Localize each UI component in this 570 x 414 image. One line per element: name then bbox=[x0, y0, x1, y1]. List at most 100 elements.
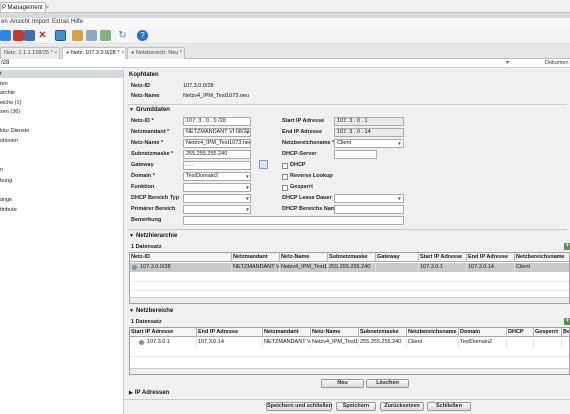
sidebar-item[interactable]: ttribute bbox=[0, 207, 17, 213]
chevron-down-icon[interactable]: ▼ bbox=[244, 206, 251, 213]
horizontal-scrollbar[interactable] bbox=[130, 368, 569, 374]
funktion-select[interactable] bbox=[183, 183, 251, 192]
column-header[interactable]: Netzmandant bbox=[263, 328, 311, 337]
menu-item-extras[interactable]: Extras bbox=[52, 19, 69, 25]
sidebar-item[interactable]: ten bbox=[0, 81, 8, 87]
menu-item-hilfe[interactable]: Hilfe bbox=[71, 19, 83, 25]
start-ip-input[interactable]: 107. 3 . 0 . 1 bbox=[334, 117, 404, 126]
column-header[interactable]: Start IP Adresse bbox=[130, 328, 197, 337]
network-icon[interactable] bbox=[100, 30, 111, 41]
netzmandant-select[interactable]: NETZMANDANT VI 08/2014 bbox=[183, 128, 251, 137]
dhcp-checkbox[interactable] bbox=[282, 163, 288, 169]
grunddaten-heading[interactable]: ▼ Grunddaten bbox=[129, 107, 170, 113]
menu-item-ansicht[interactable]: Ansicht bbox=[10, 19, 30, 25]
bemerkung-input[interactable] bbox=[183, 216, 404, 225]
column-header[interactable]: End IP Adresse bbox=[197, 328, 263, 337]
column-header[interactable]: End IP Adresse bbox=[467, 253, 515, 262]
delete-icon[interactable]: ✕ bbox=[37, 30, 48, 41]
domain-select[interactable]: TestDomain2 bbox=[183, 172, 251, 181]
table-cell: NETZMANDANT VI 0 bbox=[233, 263, 280, 272]
primaerer-bereich-select[interactable] bbox=[183, 205, 251, 214]
sidebar-item[interactable]: sen (36) bbox=[0, 109, 20, 115]
netzbereichsname-select[interactable]: Client bbox=[334, 139, 404, 148]
new-icon[interactable] bbox=[0, 30, 11, 41]
menu-item[interactable]: en bbox=[1, 19, 8, 25]
neu-button[interactable]: Neu bbox=[321, 379, 364, 388]
kopf-netz-id-label: Netz-ID bbox=[131, 83, 150, 89]
dhcp-lease-select[interactable] bbox=[334, 194, 404, 203]
calculator-icon[interactable] bbox=[259, 160, 268, 169]
subnetzmaske-input[interactable]: 255.255.255.240 bbox=[183, 150, 251, 159]
sidebar-item[interactable]: bung bbox=[0, 178, 12, 184]
ip-adressen-heading[interactable]: ▶ IP Adressen bbox=[129, 390, 169, 396]
address-input[interactable]: /28 bbox=[0, 59, 510, 68]
dokument-label[interactable]: Dokumen bbox=[545, 60, 569, 66]
column-header[interactable]: Gateway bbox=[376, 253, 419, 262]
export-icon[interactable] bbox=[86, 30, 97, 41]
chevron-down-icon[interactable]: ▼ bbox=[504, 60, 511, 67]
loeschen-button[interactable]: Löschen bbox=[366, 379, 409, 388]
netz-id-input[interactable]: 107. 3 . 0 . 0 /28 bbox=[183, 117, 251, 126]
chevron-down-icon[interactable]: ▼ bbox=[396, 195, 403, 202]
gateway-input[interactable]: . . . bbox=[183, 161, 251, 170]
tab-netz-1[interactable]: Netz: 1.1.1.128/25 * × bbox=[0, 47, 60, 59]
sidebar-item[interactable]: t bbox=[0, 70, 123, 78]
chevron-down-icon[interactable]: ▼ bbox=[244, 195, 251, 202]
save-icon[interactable] bbox=[24, 30, 35, 41]
reset-button[interactable]: Zurücksetzen bbox=[380, 402, 424, 411]
netzbereiche-count: 1 Datensatz bbox=[131, 319, 162, 325]
paint-icon[interactable] bbox=[72, 30, 83, 41]
close-app-tab-icon[interactable]: × bbox=[46, 5, 50, 11]
table-cell: 107.3.0.0/28 bbox=[139, 263, 232, 272]
chevron-down-icon[interactable]: ▼ bbox=[244, 184, 251, 191]
column-header[interactable]: Netz-Name bbox=[280, 253, 328, 262]
sidebar-item[interactable]: n bbox=[0, 167, 3, 173]
column-header[interactable]: Netzmandant bbox=[232, 253, 280, 262]
reverse-lookup-checkbox[interactable] bbox=[282, 174, 288, 180]
column-header[interactable]: Netz-ID bbox=[130, 253, 232, 262]
column-header[interactable]: Domain bbox=[459, 328, 507, 337]
column-header[interactable]: Subnetzmaske bbox=[359, 328, 407, 337]
column-header[interactable]: Netzbereichsname bbox=[515, 253, 569, 262]
collapse-icon: ▼ bbox=[129, 107, 134, 113]
chevron-down-icon[interactable]: ▼ bbox=[244, 129, 251, 136]
print-icon[interactable] bbox=[55, 30, 66, 41]
column-header[interactable]: Start IP Adresse bbox=[419, 253, 467, 262]
add-icon[interactable]: + bbox=[564, 318, 570, 325]
end-ip-input[interactable]: 107. 3 . 0 . 14 bbox=[334, 128, 404, 137]
menu-item-import[interactable]: Import bbox=[32, 19, 49, 25]
dhcp-bereichs-name-input[interactable] bbox=[334, 205, 404, 214]
refresh-icon[interactable]: ↻ bbox=[117, 30, 128, 41]
sidebar-item[interactable]: archie bbox=[0, 90, 15, 96]
table-row[interactable]: 107.3.0.1 107.3.0.14 NETZMANDANT VI 0 Ne… bbox=[130, 338, 569, 347]
column-header[interactable]: Netz-Name bbox=[311, 328, 359, 337]
column-header[interactable]: Gesperrt bbox=[534, 328, 562, 337]
sidebar-item[interactable]: eiche (1) bbox=[0, 100, 21, 106]
sidebar-item[interactable]: änge bbox=[0, 197, 12, 203]
app-title: P Management bbox=[2, 5, 43, 11]
open-icon[interactable] bbox=[13, 30, 24, 41]
sidebar-item[interactable]: ktur Dienste bbox=[0, 128, 29, 134]
column-header[interactable]: DHCP bbox=[507, 328, 534, 337]
add-icon[interactable]: + bbox=[564, 243, 570, 250]
gesperrt-checkbox[interactable] bbox=[282, 185, 288, 191]
chevron-down-icon[interactable]: ▼ bbox=[244, 173, 251, 180]
netz-name-input[interactable]: Netzv4_IPM_Test1073.neu bbox=[183, 139, 251, 148]
save-button[interactable]: Speichern bbox=[336, 402, 376, 411]
table-row[interactable]: 107.3.0.0/28 NETZMANDANT VI 0 Netzv4_IPM… bbox=[130, 263, 569, 272]
column-header[interactable]: Subnetzmaske bbox=[328, 253, 376, 262]
horizontal-scrollbar[interactable] bbox=[130, 297, 569, 303]
netzhierarchie-heading[interactable]: ▼ Netzhierarchie bbox=[129, 233, 177, 239]
tab-netz-107[interactable]: ● Netz: 107.3.0.0/28 * × bbox=[62, 47, 126, 59]
chevron-down-icon[interactable]: ▼ bbox=[396, 140, 403, 147]
sidebar-item[interactable]: otionen bbox=[0, 138, 18, 144]
close-button[interactable]: Schließen bbox=[427, 402, 471, 411]
save-and-close-button[interactable]: Speichern und schließen bbox=[266, 402, 332, 411]
column-header[interactable]: Netzbereichsname bbox=[407, 328, 459, 337]
column-header[interactable]: Be bbox=[562, 328, 569, 337]
tab-netzbereich[interactable]: ● Netzbereich: Neu * bbox=[127, 47, 185, 59]
netzbereiche-heading[interactable]: ▼ Netzbereiche bbox=[129, 308, 173, 314]
dhcp-bereich-typ-select[interactable] bbox=[183, 194, 251, 203]
help-icon[interactable]: ? bbox=[137, 30, 148, 41]
dhcp-server-input[interactable] bbox=[334, 150, 377, 159]
